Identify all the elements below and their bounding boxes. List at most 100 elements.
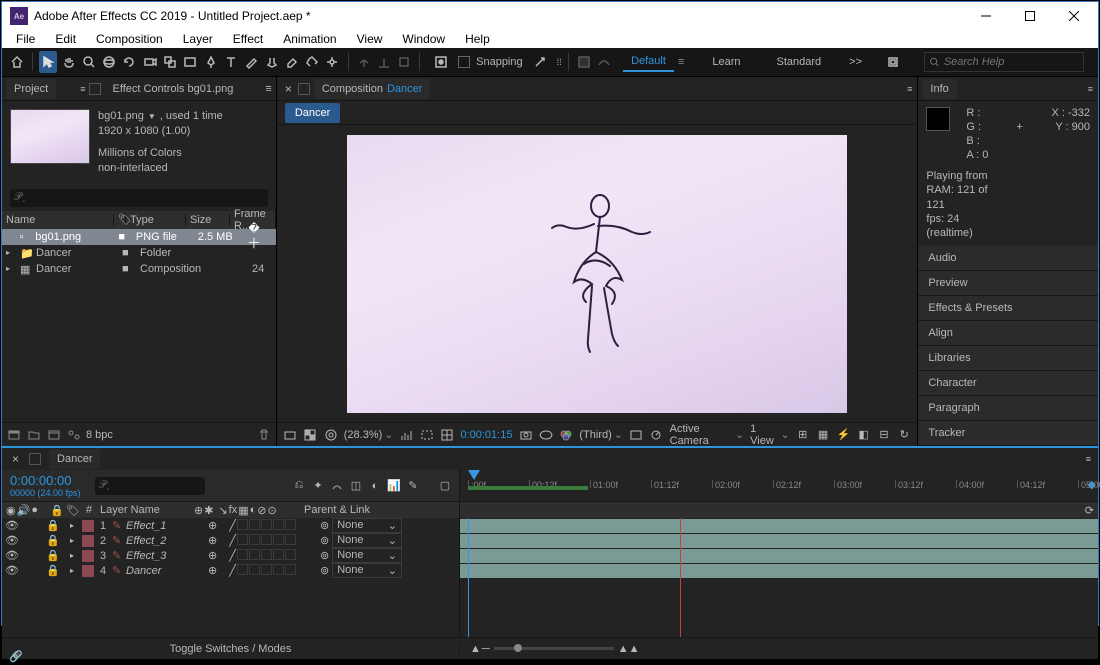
project-row[interactable]: ▸📁Dancer■Folder	[2, 245, 276, 261]
timeline-icon[interactable]: ◧	[857, 427, 871, 443]
timeline-search[interactable]: 𝒫˯	[95, 477, 205, 495]
menu-animation[interactable]: Animation	[275, 30, 344, 48]
timeline-tab[interactable]: Dancer	[49, 449, 100, 469]
transparency-icon[interactable]	[303, 427, 317, 443]
channel-icon[interactable]	[559, 427, 573, 443]
menu-file[interactable]: File	[8, 30, 43, 48]
roto-tool[interactable]	[303, 51, 321, 73]
menu-view[interactable]: View	[349, 30, 391, 48]
shy-icon[interactable]	[329, 478, 345, 494]
panel-paragraph[interactable]: Paragraph	[918, 396, 1098, 421]
roi-icon[interactable]	[420, 427, 434, 443]
draft3d-icon[interactable]: ✦	[310, 478, 326, 494]
orbit-tool[interactable]	[100, 51, 118, 73]
layer-row[interactable]: 👁🔒▸4✎Dancer⊕╱⊚None⌄	[2, 563, 1098, 578]
panel-lock-icon[interactable]	[298, 83, 310, 95]
menu-edit[interactable]: Edit	[47, 30, 84, 48]
toggle-switches[interactable]: Toggle Switches / Modes	[170, 643, 292, 655]
rotate-tool[interactable]	[120, 51, 138, 73]
panel-preview[interactable]: Preview	[918, 271, 1098, 296]
camera-tool[interactable]	[141, 51, 159, 73]
tab-project[interactable]: Project	[6, 79, 56, 99]
layer-row[interactable]: 👁🔒▸3✎Effect_3⊕╱⊚None⌄	[2, 548, 1098, 563]
layer-row[interactable]: 👁🔒▸2✎Effect_2⊕╱⊚None⌄	[2, 533, 1098, 548]
pan-behind-tool[interactable]	[161, 51, 179, 73]
timeline-zoom[interactable]: ▲─ ▲▲	[470, 643, 639, 655]
brainstorm-icon[interactable]: ✎	[405, 478, 421, 494]
menu-help[interactable]: Help	[457, 30, 498, 48]
menu-effect[interactable]: Effect	[225, 30, 271, 48]
layer-list[interactable]: 👁🔒▸1✎Effect_1⊕╱⊚None⌄👁🔒▸2✎Effect_2⊕╱⊚Non…	[2, 518, 1098, 578]
panel-align[interactable]: Align	[918, 321, 1098, 346]
expand-icon[interactable]: ⟐	[8, 649, 24, 665]
zoom-tool[interactable]	[80, 51, 98, 73]
work-area[interactable]	[468, 486, 588, 490]
frame-blend-icon[interactable]: ◫	[348, 478, 364, 494]
project-row[interactable]: ▫bg01.png■PNG file2.5 MB�十	[2, 229, 276, 245]
comp-mini-flow-icon[interactable]: ⎌	[291, 478, 307, 494]
clone-tool[interactable]	[262, 51, 280, 73]
workspace-more[interactable]: >>	[849, 56, 862, 68]
panel-libraries[interactable]: Libraries	[918, 346, 1098, 371]
trash-icon[interactable]	[256, 427, 272, 443]
project-list[interactable]: ▫bg01.png■PNG file2.5 MB�十▸📁Dancer■Folde…	[2, 229, 276, 423]
sync-icon[interactable]	[882, 51, 904, 73]
layer-row[interactable]: 👁🔒▸1✎Effect_1⊕╱⊚None⌄	[2, 518, 1098, 533]
folder-icon[interactable]	[26, 427, 42, 443]
selection-tool[interactable]	[39, 51, 57, 73]
panel-lock-icon[interactable]	[29, 453, 41, 465]
graph-editor-icon[interactable]: 📊	[386, 478, 402, 494]
world-axis-icon[interactable]	[375, 51, 393, 73]
show-snapshot-icon[interactable]	[539, 427, 553, 443]
fast-preview-icon[interactable]: ⚡	[836, 427, 850, 443]
zoom-dropdown[interactable]: (28.3%) ⌄	[344, 428, 394, 441]
grid-icon[interactable]	[440, 427, 454, 443]
project-row[interactable]: ▸▦Dancer■Composition24	[2, 261, 276, 277]
hand-tool[interactable]	[59, 51, 77, 73]
reset-exposure-icon[interactable]: ↻	[897, 427, 911, 443]
adjust-exposure-icon[interactable]	[649, 427, 663, 443]
panel-lock-icon[interactable]	[89, 83, 101, 95]
timecode-display[interactable]: 0:00:01:15	[460, 429, 512, 441]
panel-tracker[interactable]: Tracker	[918, 421, 1098, 446]
pixel-aspect-icon[interactable]: ▦	[816, 427, 830, 443]
share-view-icon[interactable]: ⊞	[796, 427, 810, 443]
close-button[interactable]	[1052, 2, 1096, 30]
marker-icon[interactable]: ▢	[437, 478, 453, 494]
maximize-button[interactable]	[1008, 2, 1052, 30]
quality-dropdown[interactable]: (Third) ⌄	[579, 428, 623, 441]
text-tool[interactable]	[222, 51, 240, 73]
interpret-icon[interactable]	[6, 427, 22, 443]
panel-menu-icon[interactable]: ≡	[1088, 84, 1094, 94]
home-tool[interactable]	[8, 51, 26, 73]
bpc-label[interactable]: 8 bpc	[86, 429, 113, 441]
close-icon[interactable]: ×	[281, 82, 296, 96]
menu-composition[interactable]: Composition	[88, 30, 171, 48]
resolution-icon[interactable]	[400, 427, 414, 443]
menu-window[interactable]: Window	[394, 30, 453, 48]
mask-icon[interactable]	[323, 427, 337, 443]
comp-breadcrumb[interactable]: Dancer	[285, 103, 340, 123]
local-axis-icon[interactable]	[354, 51, 372, 73]
panel-menu-icon[interactable]: ≡	[80, 84, 86, 94]
workspace-default[interactable]: Default	[623, 52, 674, 72]
fill-icon[interactable]	[574, 51, 592, 73]
views-dropdown[interactable]: 1 View ⌄	[750, 423, 789, 447]
search-field[interactable]	[944, 56, 1079, 68]
flowchart-icon[interactable]: ⊟	[877, 427, 891, 443]
composition-viewer[interactable]	[277, 125, 918, 422]
exposure-icon[interactable]	[629, 427, 643, 443]
stroke-icon[interactable]	[595, 51, 613, 73]
view-axis-icon[interactable]	[395, 51, 413, 73]
pen-tool[interactable]	[202, 51, 220, 73]
search-input[interactable]	[924, 52, 1084, 72]
workspace-learn[interactable]: Learn	[704, 53, 748, 71]
menu-layer[interactable]: Layer	[175, 30, 221, 48]
panel-effects-presets[interactable]: Effects & Presets	[918, 296, 1098, 321]
tab-effect-controls[interactable]: Effect Controls bg01.png	[105, 79, 242, 99]
close-icon[interactable]: ×	[8, 452, 23, 466]
comp-icon[interactable]	[46, 427, 62, 443]
tab-info[interactable]: Info	[922, 79, 956, 99]
minimize-button[interactable]	[964, 2, 1008, 30]
puppet-tool[interactable]	[323, 51, 341, 73]
